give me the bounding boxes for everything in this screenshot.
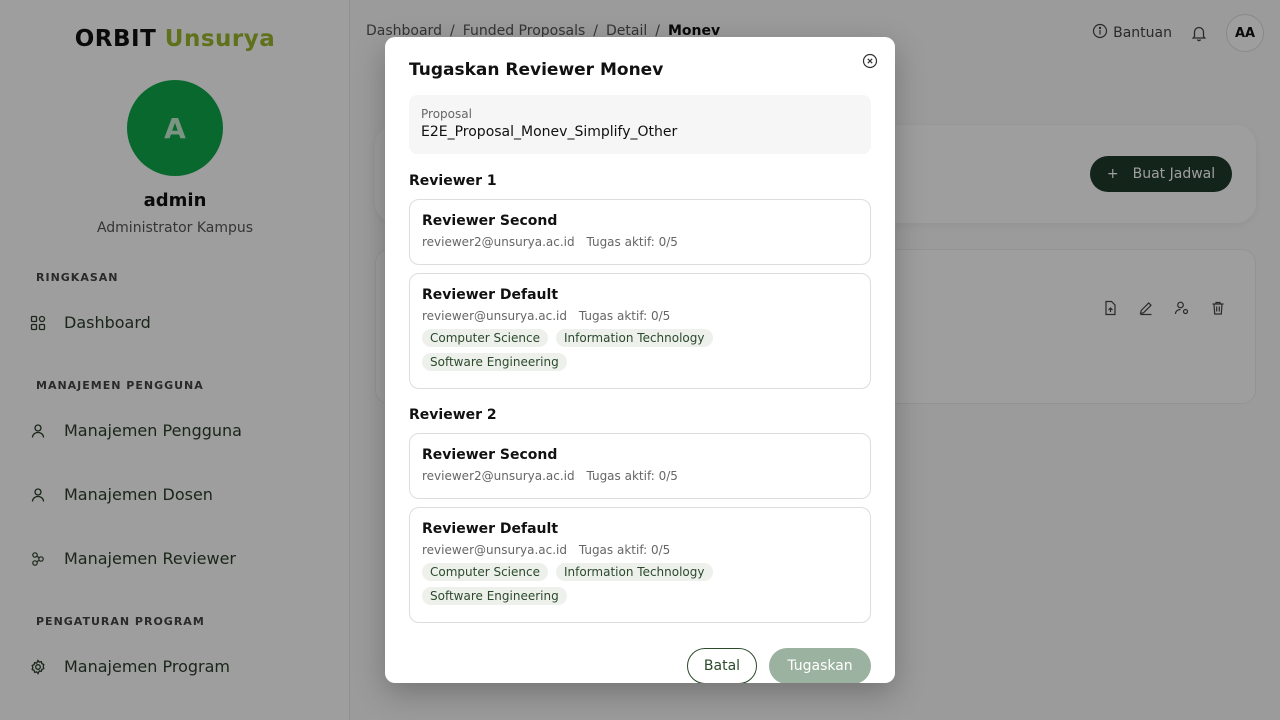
reviewer-email: reviewer2@unsurya.ac.id <box>422 469 575 483</box>
expertise-tag: Software Engineering <box>422 587 567 605</box>
reviewer-tasks: Tugas aktif: 0/5 <box>586 235 678 249</box>
proposal-value: E2E_Proposal_Monev_Simplify_Other <box>421 124 678 140</box>
expertise-tag: Information Technology <box>556 329 713 347</box>
reviewer-tasks: Tugas aktif: 0/5 <box>578 543 671 557</box>
reviewer-meta: reviewer2@unsurya.ac.id Tugas aktif: 0/5 <box>422 235 858 249</box>
reviewer-meta: reviewer2@unsurya.ac.id Tugas aktif: 0/5 <box>422 469 858 483</box>
reviewer-email: reviewer@unsurya.ac.id <box>422 543 567 557</box>
proposal-label: Proposal <box>421 107 472 121</box>
reviewer-name: Reviewer Second <box>422 213 558 229</box>
reviewer-option[interactable]: Reviewer Second reviewer2@unsurya.ac.id … <box>409 199 871 265</box>
proposal-info: Proposal E2E_Proposal_Monev_Simplify_Oth… <box>409 95 871 154</box>
expertise-tag: Information Technology <box>556 563 713 581</box>
reviewer-tasks: Tugas aktif: 0/5 <box>578 309 671 323</box>
assign-submit-button[interactable]: Tugaskan <box>769 648 871 683</box>
close-icon[interactable] <box>862 53 878 69</box>
reviewer-option[interactable]: Reviewer Default reviewer@unsurya.ac.id … <box>409 273 871 389</box>
reviewer-email: reviewer2@unsurya.ac.id <box>422 235 575 249</box>
reviewer-name: Reviewer Second <box>422 447 558 463</box>
reviewer2-heading: Reviewer 2 <box>409 407 497 423</box>
cancel-button[interactable]: Batal <box>687 648 757 683</box>
modal-title: Tugaskan Reviewer Monev <box>409 60 664 80</box>
expertise-tag: Computer Science <box>422 563 548 581</box>
reviewer-name: Reviewer Default <box>422 521 559 537</box>
expertise-tags: Computer Science Information Technology … <box>422 329 752 371</box>
assign-reviewer-modal: Tugaskan Reviewer Monev Proposal E2E_Pro… <box>385 37 895 683</box>
reviewer-meta: reviewer@unsurya.ac.id Tugas aktif: 0/5 <box>422 543 858 557</box>
reviewer-email: reviewer@unsurya.ac.id <box>422 309 567 323</box>
reviewer-tasks: Tugas aktif: 0/5 <box>586 469 678 483</box>
reviewer-option[interactable]: Reviewer Second reviewer2@unsurya.ac.id … <box>409 433 871 499</box>
expertise-tag: Computer Science <box>422 329 548 347</box>
expertise-tag: Software Engineering <box>422 353 567 371</box>
reviewer-meta: reviewer@unsurya.ac.id Tugas aktif: 0/5 <box>422 309 858 323</box>
reviewer-option[interactable]: Reviewer Default reviewer@unsurya.ac.id … <box>409 507 871 623</box>
expertise-tags: Computer Science Information Technology … <box>422 563 752 605</box>
reviewer-name: Reviewer Default <box>422 287 559 303</box>
reviewer1-heading: Reviewer 1 <box>409 173 497 189</box>
